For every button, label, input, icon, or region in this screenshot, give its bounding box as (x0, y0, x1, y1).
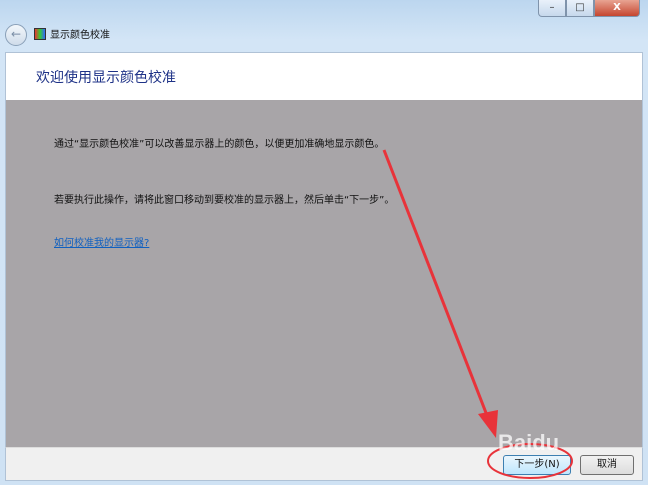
page-title: 欢迎使用显示颜色校准 (36, 70, 176, 86)
content-area: 通过“显示颜色校准”可以改善显示器上的颜色，以便更加准确地显示颜色。 若要执行此… (5, 100, 643, 447)
help-link[interactable]: 如何校准我的显示器? (54, 234, 149, 249)
back-button[interactable]: ← (5, 24, 27, 46)
close-button[interactable]: X (594, 0, 640, 17)
intro-text: 通过“显示颜色校准”可以改善显示器上的颜色，以便更加准确地显示颜色。 (54, 139, 385, 150)
window-controls: – □ X (538, 0, 640, 17)
next-button[interactable]: 下一步(N) (503, 455, 571, 475)
maximize-button[interactable]: □ (566, 0, 594, 17)
cancel-button[interactable]: 取消 (580, 455, 634, 475)
instruction-text: 若要执行此操作，请将此窗口移动到要校准的显示器上，然后单击“下一步”。 (54, 195, 395, 206)
back-arrow-icon: ← (10, 27, 22, 41)
window-title: 显示颜色校准 (50, 30, 110, 41)
minimize-button[interactable]: – (538, 0, 566, 17)
page-header: 欢迎使用显示颜色校准 (5, 52, 643, 101)
footer-bar: 下一步(N) 取消 (5, 447, 643, 481)
monitor-icon (34, 28, 46, 40)
